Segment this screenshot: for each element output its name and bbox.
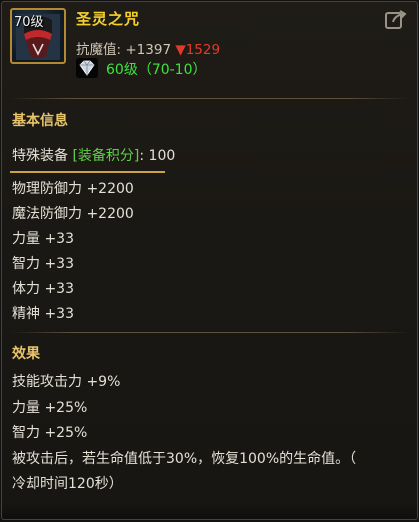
special-equipment-label: 特殊装备 bbox=[12, 148, 68, 164]
item-header: 70级 圣灵之咒 抗魔值: +1397 ▼1529 60级（70-10） bbox=[2, 2, 417, 94]
gem-level-text: 60级（70-10） bbox=[106, 62, 207, 78]
effect-line: 技能攻击力 +9% bbox=[12, 374, 121, 390]
divider bbox=[10, 98, 409, 99]
gem-icon bbox=[76, 58, 98, 78]
item-name: 圣灵之咒 bbox=[76, 10, 141, 28]
magic-resist-delta: ▼1529 bbox=[175, 42, 221, 58]
magic-resist-label: 抗魔值: bbox=[76, 42, 122, 58]
magic-resist-value: +1397 bbox=[125, 42, 172, 58]
item-tooltip: 70级 圣灵之咒 抗魔值: +1397 ▼1529 60级（70-10） 基本信… bbox=[1, 1, 418, 520]
share-button[interactable] bbox=[385, 10, 407, 30]
effect-line: 被攻击后，若生命值低于30%，恢复100%的生命值。（ bbox=[12, 451, 357, 467]
section-title-effects: 效果 bbox=[12, 346, 40, 362]
item-icon-slot[interactable]: 70级 bbox=[10, 8, 66, 64]
stat-line: 魔法防御力 +2200 bbox=[12, 206, 134, 222]
equipment-score-tag[interactable]: [装备积分] bbox=[72, 148, 139, 164]
divider bbox=[10, 332, 409, 333]
stat-line: 精神 +33 bbox=[12, 306, 74, 322]
special-equipment-row: 特殊装备 [装备积分]: 100 bbox=[12, 145, 175, 165]
magic-resist-row: 抗魔值: +1397 ▼1529 bbox=[76, 38, 220, 58]
stat-line: 智力 +33 bbox=[12, 256, 74, 272]
effect-line: 智力 +25% bbox=[12, 425, 88, 441]
share-icon bbox=[385, 10, 407, 29]
section-title-basic: 基本信息 bbox=[12, 113, 68, 129]
equipment-score-value: : 100 bbox=[139, 148, 176, 164]
score-underline bbox=[10, 171, 165, 173]
stat-line: 体力 +33 bbox=[12, 281, 74, 297]
effect-line: 冷却时间120秒） bbox=[12, 476, 123, 492]
level-badge: 70级 bbox=[14, 15, 44, 30]
stat-line: 物理防御力 +2200 bbox=[12, 181, 134, 197]
effect-line: 力量 +25% bbox=[12, 400, 88, 416]
stat-line: 力量 +33 bbox=[12, 231, 74, 247]
